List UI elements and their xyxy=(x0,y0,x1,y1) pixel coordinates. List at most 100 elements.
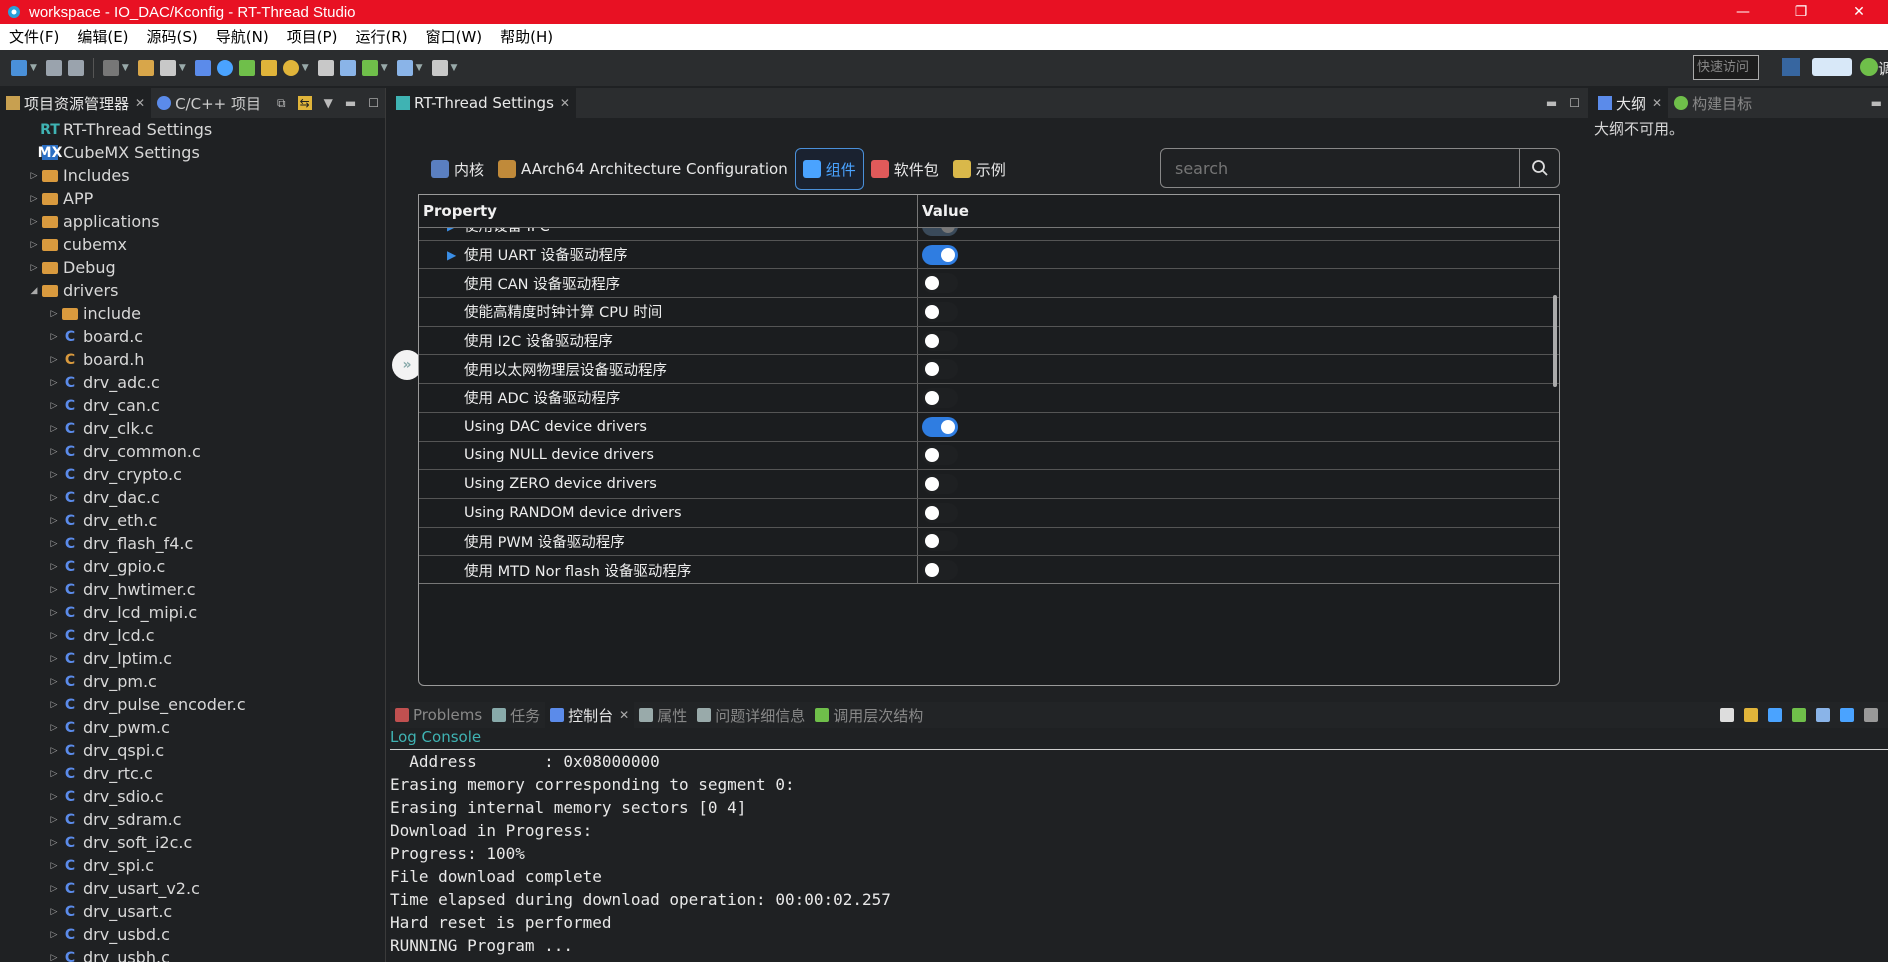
search-button[interactable] xyxy=(1519,149,1559,187)
tree-item[interactable]: ▷ Cboard.c xyxy=(0,325,386,348)
build-icon[interactable] xyxy=(102,60,119,76)
tree-item[interactable]: ▷ Cdrv_can.c xyxy=(0,394,386,417)
tree-item[interactable]: ▷ Debug xyxy=(0,256,386,279)
tree-item[interactable]: ▷ Cdrv_gpio.c xyxy=(0,555,386,578)
tree-item[interactable]: ▷ Cdrv_dac.c xyxy=(0,486,386,509)
tree-item[interactable]: ▷ Cdrv_sdio.c xyxy=(0,785,386,808)
tree-item[interactable]: ▷ Cdrv_qspi.c xyxy=(0,739,386,762)
console-tab[interactable]: 任务 xyxy=(487,702,545,728)
menu-source[interactable]: 源码(S) xyxy=(138,24,207,50)
tree-item[interactable]: ▷ include xyxy=(0,302,386,325)
chevron-right-icon[interactable]: ▷ xyxy=(48,424,60,434)
minimize-button[interactable]: — xyxy=(1714,0,1772,24)
toggle-switch[interactable] xyxy=(922,244,958,265)
chevron-right-icon[interactable]: ▷ xyxy=(48,355,60,365)
tab-cpp-projects[interactable]: C/C++ 项目 xyxy=(151,88,267,118)
tree-item[interactable]: ▷ Cdrv_usart_v2.c xyxy=(0,877,386,900)
tree-item[interactable]: ▷ Cdrv_rtc.c xyxy=(0,762,386,785)
chevron-right-icon[interactable]: ▷ xyxy=(48,907,60,917)
display-console-icon[interactable] xyxy=(1816,708,1830,722)
settings-tab[interactable]: 组件 xyxy=(794,148,864,190)
close-button[interactable]: ✕ xyxy=(1830,0,1888,24)
tree-item[interactable]: ▷ Cdrv_usbh.c xyxy=(0,946,386,962)
download-dropdown-icon[interactable]: ▼ xyxy=(381,63,388,73)
tools-dropdown-icon[interactable]: ▼ xyxy=(179,63,186,73)
tree-item[interactable]: ▷ Cdrv_adc.c xyxy=(0,371,386,394)
chevron-right-icon[interactable]: ▷ xyxy=(28,194,40,204)
tab-outline[interactable]: 大纲 ✕ xyxy=(1592,88,1669,118)
console-tab[interactable]: 问题详细信息 xyxy=(692,702,810,728)
console-tab[interactable]: 调用层次结构 xyxy=(810,702,928,728)
new-icon[interactable] xyxy=(11,60,27,76)
tree-item[interactable]: ▷ Cdrv_common.c xyxy=(0,440,386,463)
chevron-right-icon[interactable]: ▷ xyxy=(48,953,60,962)
toggle-switch[interactable] xyxy=(922,301,958,322)
build-dropdown-icon[interactable]: ▼ xyxy=(122,63,129,73)
toggle-switch[interactable] xyxy=(922,330,958,351)
clear-console-icon[interactable] xyxy=(1720,708,1734,722)
close-icon[interactable]: ✕ xyxy=(560,96,570,110)
open-folder-icon[interactable] xyxy=(260,60,277,76)
maximize-view-icon[interactable]: ☐ xyxy=(1569,96,1580,110)
tree-item[interactable]: ▷ Cdrv_eth.c xyxy=(0,509,386,532)
settings-tab[interactable]: 软件包 xyxy=(864,148,946,190)
toggle-switch[interactable] xyxy=(922,387,958,408)
chevron-right-icon[interactable]: ▷ xyxy=(48,654,60,664)
tree-item[interactable]: ▷ Cdrv_usbd.c xyxy=(0,923,386,946)
link-editor-icon[interactable]: ⇆ xyxy=(297,96,312,110)
chevron-right-icon[interactable]: ▷ xyxy=(48,493,60,503)
new-console-icon[interactable] xyxy=(1840,708,1854,722)
chevron-down-icon[interactable]: ◢ xyxy=(28,286,40,296)
menu-edit[interactable]: 编辑(E) xyxy=(68,24,137,50)
chevron-right-icon[interactable]: ▷ xyxy=(28,217,40,227)
toggle-switch[interactable] xyxy=(922,445,958,466)
forward-icon[interactable] xyxy=(431,60,448,76)
sdk-icon[interactable] xyxy=(317,60,334,76)
scrollbar[interactable] xyxy=(1553,295,1557,387)
tree-item[interactable]: ▷ Cdrv_lcd.c xyxy=(0,624,386,647)
menu-project[interactable]: 项目(P) xyxy=(278,24,347,50)
tree-item[interactable]: ◢ drivers xyxy=(0,279,386,302)
tree-item[interactable]: ▷ Cdrv_hwtimer.c xyxy=(0,578,386,601)
chevron-right-icon[interactable]: ▷ xyxy=(28,263,40,273)
monitor-icon[interactable] xyxy=(194,60,211,76)
search-input[interactable] xyxy=(1161,149,1519,187)
chevron-right-icon[interactable]: ▷ xyxy=(48,723,60,733)
restore-button[interactable]: ❐ xyxy=(1772,0,1830,24)
settings-tab[interactable]: AArch64 Architecture Configuration xyxy=(491,148,795,190)
chevron-right-icon[interactable]: ▷ xyxy=(48,608,60,618)
chevron-right-icon[interactable]: ▷ xyxy=(48,930,60,940)
chevron-right-icon[interactable]: ▷ xyxy=(48,792,60,802)
chevron-right-icon[interactable]: ▷ xyxy=(48,309,60,319)
tree-item[interactable]: RT RT-Thread Settings xyxy=(0,118,386,141)
tree-item[interactable]: ▷ Cdrv_spi.c xyxy=(0,854,386,877)
chevron-right-icon[interactable]: ▷ xyxy=(48,746,60,756)
forward-dropdown-icon[interactable]: ▼ xyxy=(451,63,458,73)
toggle-switch[interactable] xyxy=(922,474,958,495)
console-tab[interactable]: 控制台 ✕ xyxy=(545,702,635,728)
c-perspective-icon[interactable] xyxy=(1812,58,1852,76)
menu-window[interactable]: 窗口(W) xyxy=(417,24,492,50)
tree-item[interactable]: ▷ Cdrv_lcd_mipi.c xyxy=(0,601,386,624)
chevron-right-icon[interactable]: ▷ xyxy=(28,240,40,250)
expand-icon[interactable]: ▶ xyxy=(447,228,456,233)
menu-run[interactable]: 运行(R) xyxy=(346,24,416,50)
tree-item[interactable]: ▷ Cdrv_lptim.c xyxy=(0,647,386,670)
tree-item[interactable]: ▷ Cdrv_clk.c xyxy=(0,417,386,440)
scroll-lock-icon[interactable] xyxy=(1744,708,1758,722)
word-wrap-icon[interactable] xyxy=(1768,708,1782,722)
tree-item[interactable]: ▷ Cdrv_pwm.c xyxy=(0,716,386,739)
perspective-icon[interactable] xyxy=(1782,58,1800,76)
tree-item[interactable]: ▷ APP xyxy=(0,187,386,210)
chevron-right-icon[interactable]: ▷ xyxy=(28,171,40,181)
back-dropdown-icon[interactable]: ▼ xyxy=(416,63,423,73)
toggle-switch[interactable] xyxy=(922,531,958,552)
chevron-right-icon[interactable]: ▷ xyxy=(48,332,60,342)
toggle-switch[interactable] xyxy=(922,502,958,523)
download-icon[interactable] xyxy=(361,60,378,76)
close-icon[interactable]: ✕ xyxy=(1652,96,1662,110)
toggle-switch[interactable] xyxy=(922,228,958,236)
chevron-right-icon[interactable]: ▷ xyxy=(48,516,60,526)
tree-item[interactable]: ▷ Cdrv_pm.c xyxy=(0,670,386,693)
chevron-right-icon[interactable]: ▷ xyxy=(48,861,60,871)
